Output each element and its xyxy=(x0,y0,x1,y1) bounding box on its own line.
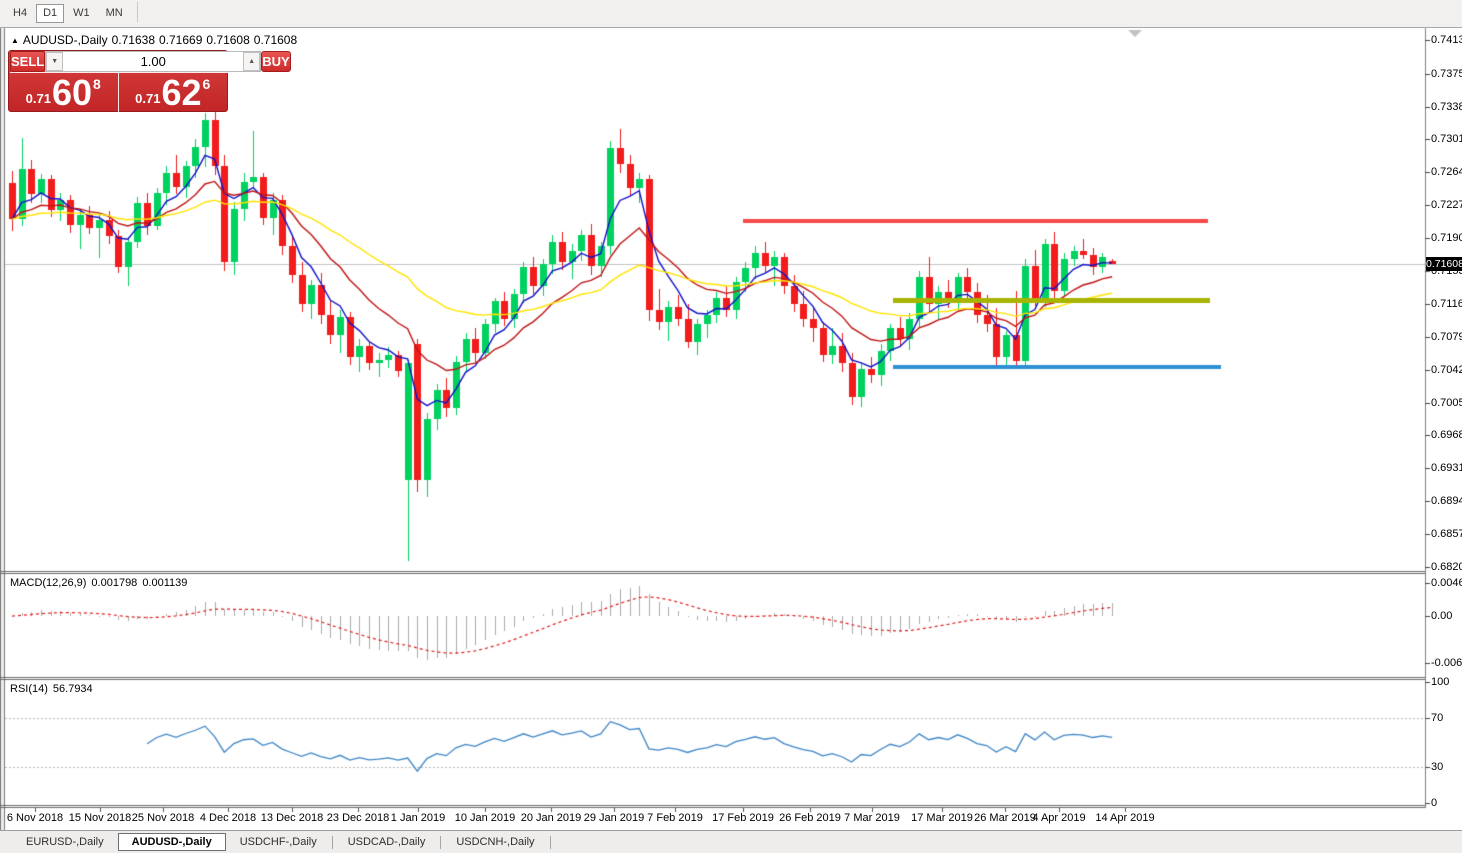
time-axis-label: 1 Jan 2019 xyxy=(391,812,445,824)
timeframe-button-d1[interactable]: D1 xyxy=(36,4,64,23)
timeframe-button-w1[interactable]: W1 xyxy=(66,4,97,23)
time-axis-label: 15 Nov 2018 xyxy=(69,812,131,824)
tab-separator xyxy=(332,836,333,849)
price-axis-label: 0.71160 xyxy=(1431,298,1462,310)
buy-button[interactable]: BUY xyxy=(261,51,290,72)
chart-canvas[interactable] xyxy=(0,0,1462,853)
trading-terminal-window: H4D1W1MN ▲ AUDUSD-,Daily 0.71638 0.71669 0.7… xyxy=(0,0,1462,853)
tab-separator xyxy=(550,836,551,849)
time-axis-label: 29 Jan 2019 xyxy=(584,812,645,824)
timeframe-button-mn[interactable]: MN xyxy=(99,4,130,23)
tab-eurusd-daily[interactable]: EURUSD-,Daily xyxy=(12,833,118,851)
timeframe-button-h4[interactable]: H4 xyxy=(6,4,34,23)
time-axis-label: 6 Nov 2018 xyxy=(7,812,63,824)
time-axis-label: 17 Mar 2019 xyxy=(911,812,973,824)
macd-name: MACD(12,26,9) xyxy=(10,577,86,589)
price-axis-label: 0.70050 xyxy=(1431,397,1462,409)
time-axis-label: 4 Apr 2019 xyxy=(1032,812,1085,824)
time-axis-label: 7 Mar 2019 xyxy=(844,812,900,824)
price-axis-label: 0.72640 xyxy=(1431,166,1462,178)
price-axis-label: 0.73380 xyxy=(1431,101,1462,113)
price-axis-label: 0.73010 xyxy=(1431,133,1462,145)
price-axis-label: 0.71900 xyxy=(1431,232,1462,244)
sell-price-pip: 8 xyxy=(93,76,101,92)
macd-axis-label: 0.00 xyxy=(1431,610,1452,622)
ohlc-high: 0.71669 xyxy=(159,33,202,47)
sell-button[interactable]: SELL xyxy=(10,51,45,72)
time-axis-label: 26 Feb 2019 xyxy=(779,812,841,824)
sell-price[interactable]: 0.71 60 8 xyxy=(9,73,119,112)
buy-price-pip: 6 xyxy=(203,76,211,92)
price-axis-label: 0.73750 xyxy=(1431,68,1462,80)
symbol-info-line: ▲ AUDUSD-,Daily 0.71638 0.71669 0.71608 0.716… xyxy=(11,33,301,47)
time-axis-label: 25 Nov 2018 xyxy=(132,812,194,824)
one-click-trading-panel: SELL ▼ ▲ BUY 0.71 60 8 0.71 62 6 xyxy=(8,50,228,112)
sell-price-big: 60 xyxy=(52,75,92,111)
price-axis-label: 0.72270 xyxy=(1431,199,1462,211)
tab-audusd-daily[interactable]: AUDUSD-,Daily xyxy=(118,833,226,851)
symbol-name: AUDUSD-,Daily xyxy=(23,33,108,47)
time-axis-label: 14 Apr 2019 xyxy=(1095,812,1154,824)
ohlc-low: 0.71608 xyxy=(206,33,249,47)
current-price-tag: 0.71608 xyxy=(1426,257,1462,271)
rsi-name: RSI(14) xyxy=(10,683,48,695)
tab-usdcnh-daily[interactable]: USDCNH-,Daily xyxy=(442,833,548,851)
time-axis-label: 26 Mar 2019 xyxy=(974,812,1036,824)
price-axis-label: 0.69680 xyxy=(1431,429,1462,441)
tab-separator xyxy=(440,836,441,849)
ohlc-close: 0.71608 xyxy=(254,33,297,47)
price-axis-label: 0.68570 xyxy=(1431,528,1462,540)
time-axis-label: 13 Dec 2018 xyxy=(261,812,323,824)
rsi-axis-label: 0 xyxy=(1431,797,1437,809)
time-axis-label: 23 Dec 2018 xyxy=(327,812,389,824)
rsi-value: 56.7934 xyxy=(53,683,93,695)
time-axis-label: 20 Jan 2019 xyxy=(521,812,582,824)
price-axis-label: 0.68200 xyxy=(1431,561,1462,573)
buy-price-big: 62 xyxy=(161,75,201,111)
toolbar-separator xyxy=(137,2,138,22)
rsi-axis-label: 100 xyxy=(1431,676,1449,688)
macd-value-main: 0.001798 xyxy=(91,577,137,589)
symbol-marker-icon: ▲ xyxy=(11,36,19,45)
price-axis-label: 0.74130 xyxy=(1431,34,1462,46)
volume-input[interactable] xyxy=(63,52,243,71)
rsi-axis-label: 70 xyxy=(1431,712,1443,724)
tab-usdcad-daily[interactable]: USDCAD-,Daily xyxy=(334,833,440,851)
sell-price-prefix: 0.71 xyxy=(26,91,51,106)
macd-axis-label: 0.004694 xyxy=(1431,577,1462,589)
time-axis-label: 17 Feb 2019 xyxy=(712,812,774,824)
macd-axis-label: -0.00639 xyxy=(1431,657,1462,669)
rsi-label: RSI(14) 56.7934 xyxy=(10,683,98,695)
time-axis-label: 7 Feb 2019 xyxy=(647,812,703,824)
price-axis-label: 0.68940 xyxy=(1431,495,1462,507)
time-axis-label: 10 Jan 2019 xyxy=(455,812,516,824)
volume-increase-button[interactable]: ▲ xyxy=(243,52,260,71)
buy-price[interactable]: 0.71 62 6 xyxy=(119,73,228,112)
price-axis-label: 0.70420 xyxy=(1431,364,1462,376)
macd-value-signal: 0.001139 xyxy=(142,577,187,589)
timeframe-toolbar: H4D1W1MN xyxy=(0,0,1462,28)
macd-label: MACD(12,26,9) 0.001798 0.001139 xyxy=(10,577,192,589)
buy-price-prefix: 0.71 xyxy=(135,91,160,106)
price-axis-label: 0.70790 xyxy=(1431,331,1462,343)
price-axis-label: 0.69310 xyxy=(1431,462,1462,474)
ohlc-open: 0.71638 xyxy=(112,33,155,47)
symbol-tab-bar: EURUSD-,DailyAUDUSD-,DailyUSDCHF-,DailyU… xyxy=(0,830,1462,853)
volume-decrease-button[interactable]: ▼ xyxy=(46,52,63,71)
tab-usdchf-daily[interactable]: USDCHF-,Daily xyxy=(226,833,331,851)
rsi-axis-label: 30 xyxy=(1431,761,1443,773)
volume-stepper: ▼ ▲ xyxy=(45,51,261,72)
time-axis-label: 4 Dec 2018 xyxy=(200,812,256,824)
